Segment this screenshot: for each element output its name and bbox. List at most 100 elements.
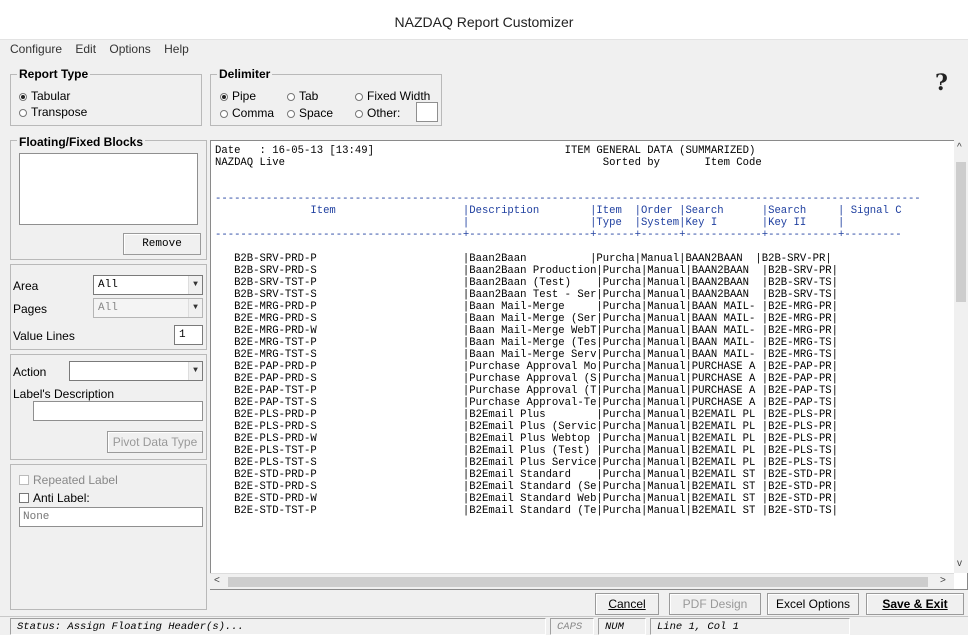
report-column-header-2: | |Type |System|Key I |Key II | <box>215 217 845 229</box>
value-lines-label: Value Lines <box>13 329 75 343</box>
save-exit-button[interactable]: Save & Exit <box>866 593 964 615</box>
report-row: B2E-PLS-TST-S |B2Email Plus Service|Purc… <box>215 457 839 469</box>
value-lines-input[interactable]: 1 <box>174 325 203 345</box>
radio-comma-label: Comma <box>232 106 275 120</box>
horizontal-scroll-thumb[interactable] <box>228 577 928 587</box>
report-preview[interactable]: Date : 16-05-13 [13:49] ITEM GENERAL DAT… <box>210 140 968 590</box>
action-combo[interactable]: ▼ <box>69 361 203 381</box>
status-position: Line 1, Col 1 <box>650 618 850 635</box>
radio-dot-selected <box>220 93 228 101</box>
floating-blocks-section: Floating/Fixed Blocks Remove <box>10 135 207 260</box>
radio-dot <box>220 110 228 118</box>
report-row: B2E-PLS-PRD-P |B2Email Plus |Purcha|Manu… <box>215 409 839 421</box>
report-row: B2E-PLS-PRD-S |B2Email Plus (Servic|Purc… <box>215 421 839 433</box>
report-row: B2E-PAP-PRD-S |Purchase Approval (S|Purc… <box>215 373 839 385</box>
menu-bar: Configure Edit Options Help <box>0 40 968 58</box>
report-header-line-2: NAZDAQ Live Sorted by Item Code <box>215 157 762 169</box>
radio-dot <box>355 93 363 101</box>
checkbox-icon <box>19 475 29 485</box>
report-row: B2E-PAP-TST-P |Purchase Approval (T|Purc… <box>215 385 839 397</box>
menu-edit[interactable]: Edit <box>75 42 96 56</box>
cancel-button[interactable]: Cancel <box>595 593 659 615</box>
pages-label: Pages <box>13 302 48 316</box>
radio-dot <box>19 109 27 117</box>
status-message: Status: Assign Floating Header(s)... <box>10 618 546 635</box>
chevron-down-icon: ▼ <box>188 276 202 294</box>
repeated-label-checkbox: Repeated Label <box>19 473 118 487</box>
report-row: B2B-SRV-PRD-S |Baan2Baan Production|Purc… <box>215 265 839 277</box>
radio-dot <box>287 110 295 118</box>
report-row: B2E-MRG-TST-P |Baan Mail-Merge (Tes|Purc… <box>215 337 839 349</box>
report-row: B2E-PLS-TST-P |B2Email Plus (Test) |Purc… <box>215 445 839 457</box>
floating-blocks-legend: Floating/Fixed Blocks <box>17 135 146 149</box>
pivot-data-type-button: Pivot Data Type <box>107 431 203 453</box>
question-mark-icon[interactable] <box>935 70 948 96</box>
menu-help[interactable]: Help <box>164 42 189 56</box>
anti-label-checkbox[interactable]: Anti Label: <box>19 491 90 505</box>
radio-comma[interactable]: Comma <box>220 106 274 120</box>
vertical-scroll-thumb[interactable] <box>956 162 966 302</box>
radio-other[interactable]: Other: <box>355 106 400 120</box>
save-exit-button-label: Save & Exit <box>882 597 948 611</box>
scroll-up-icon[interactable]: ^ <box>957 142 962 153</box>
label-options-section: Repeated Label Anti Label: None <box>10 464 207 610</box>
radio-tabular-label: Tabular <box>31 89 71 103</box>
remove-button[interactable]: Remove <box>123 233 201 255</box>
radio-dot-selected <box>19 93 27 101</box>
area-combo[interactable]: All ▼ <box>93 275 203 295</box>
status-bar: Status: Assign Floating Header(s)... CAP… <box>0 616 968 635</box>
checkbox-icon <box>19 493 29 503</box>
vertical-scrollbar[interactable]: ^ v <box>954 140 968 573</box>
report-row: B2B-SRV-TST-S |Baan2Baan Test - Ser|Purc… <box>215 289 839 301</box>
report-row: B2E-STD-PRD-S |B2Email Standard (Se|Purc… <box>215 481 839 493</box>
radio-transpose[interactable]: Transpose <box>19 105 87 119</box>
status-caps: CAPS <box>550 618 594 635</box>
report-row: B2B-SRV-PRD-P |Baan2Baan |Purcha|Manual|… <box>215 253 832 265</box>
horizontal-scrollbar[interactable]: < > <box>210 573 954 589</box>
report-row: B2E-STD-PRD-W |B2Email Standard Web|Purc… <box>215 493 839 505</box>
report-column-separator: ---------------------------------------+… <box>215 229 902 241</box>
report-row: B2E-PAP-PRD-P |Purchase Approval Mo|Purc… <box>215 361 839 373</box>
floating-blocks-list[interactable] <box>19 153 198 225</box>
radio-dot <box>287 93 295 101</box>
status-num: NUM <box>598 618 646 635</box>
chevron-down-icon: ▼ <box>188 299 202 317</box>
report-row: B2E-MRG-PRD-P |Baan Mail-Merge |Purcha|M… <box>215 301 839 313</box>
report-column-header-1: Item |Description |Item |Order |Search |… <box>215 205 902 217</box>
radio-pipe-label: Pipe <box>232 89 257 103</box>
chevron-down-icon: ▼ <box>188 362 202 380</box>
scroll-right-icon[interactable]: > <box>940 575 946 586</box>
action-section: Action ▼ Label's Description Pivot Data … <box>10 354 207 460</box>
radio-space[interactable]: Space <box>287 106 333 120</box>
radio-tab[interactable]: Tab <box>287 89 318 103</box>
pages-combo-value: All <box>98 302 118 314</box>
radio-tabular[interactable]: Tabular <box>19 89 70 103</box>
pages-combo: All ▼ <box>93 298 203 318</box>
pdf-design-button: PDF Design <box>669 593 761 615</box>
radio-pipe[interactable]: Pipe <box>220 89 256 103</box>
report-type-group: Report Type Tabular Transpose <box>10 67 202 126</box>
label-description-input[interactable] <box>33 401 203 421</box>
left-panel: Floating/Fixed Blocks Remove Area All ▼ P… <box>10 135 207 610</box>
radio-transpose-label: Transpose <box>31 105 88 119</box>
label-description-label: Label's Description <box>13 387 115 401</box>
scroll-down-icon[interactable]: v <box>957 558 962 569</box>
scroll-left-icon[interactable]: < <box>214 575 220 586</box>
report-row: B2E-MRG-PRD-W |Baan Mail-Merge WebT|Purc… <box>215 325 839 337</box>
action-label: Action <box>13 365 47 379</box>
other-delimiter-input[interactable] <box>416 102 438 122</box>
radio-fixed-width[interactable]: Fixed Width <box>355 89 430 103</box>
anti-label-text: Anti Label: <box>33 491 90 505</box>
excel-options-button[interactable]: Excel Options <box>767 593 859 615</box>
radio-space-label: Space <box>299 106 334 120</box>
menu-configure[interactable]: Configure <box>10 42 62 56</box>
report-row: B2E-PAP-TST-S |Purchase Approval-Te|Purc… <box>215 397 839 409</box>
menu-options[interactable]: Options <box>109 42 150 56</box>
anti-label-input[interactable]: None <box>19 507 203 527</box>
report-separator: ----------------------------------------… <box>215 193 921 205</box>
radio-tab-label: Tab <box>299 89 319 103</box>
radio-dot <box>355 110 363 118</box>
delimiter-legend: Delimiter <box>217 67 273 81</box>
report-row: B2B-SRV-TST-P |Baan2Baan (Test) |Purcha|… <box>215 277 839 289</box>
window-title: NAZDAQ Report Customizer <box>0 0 968 40</box>
